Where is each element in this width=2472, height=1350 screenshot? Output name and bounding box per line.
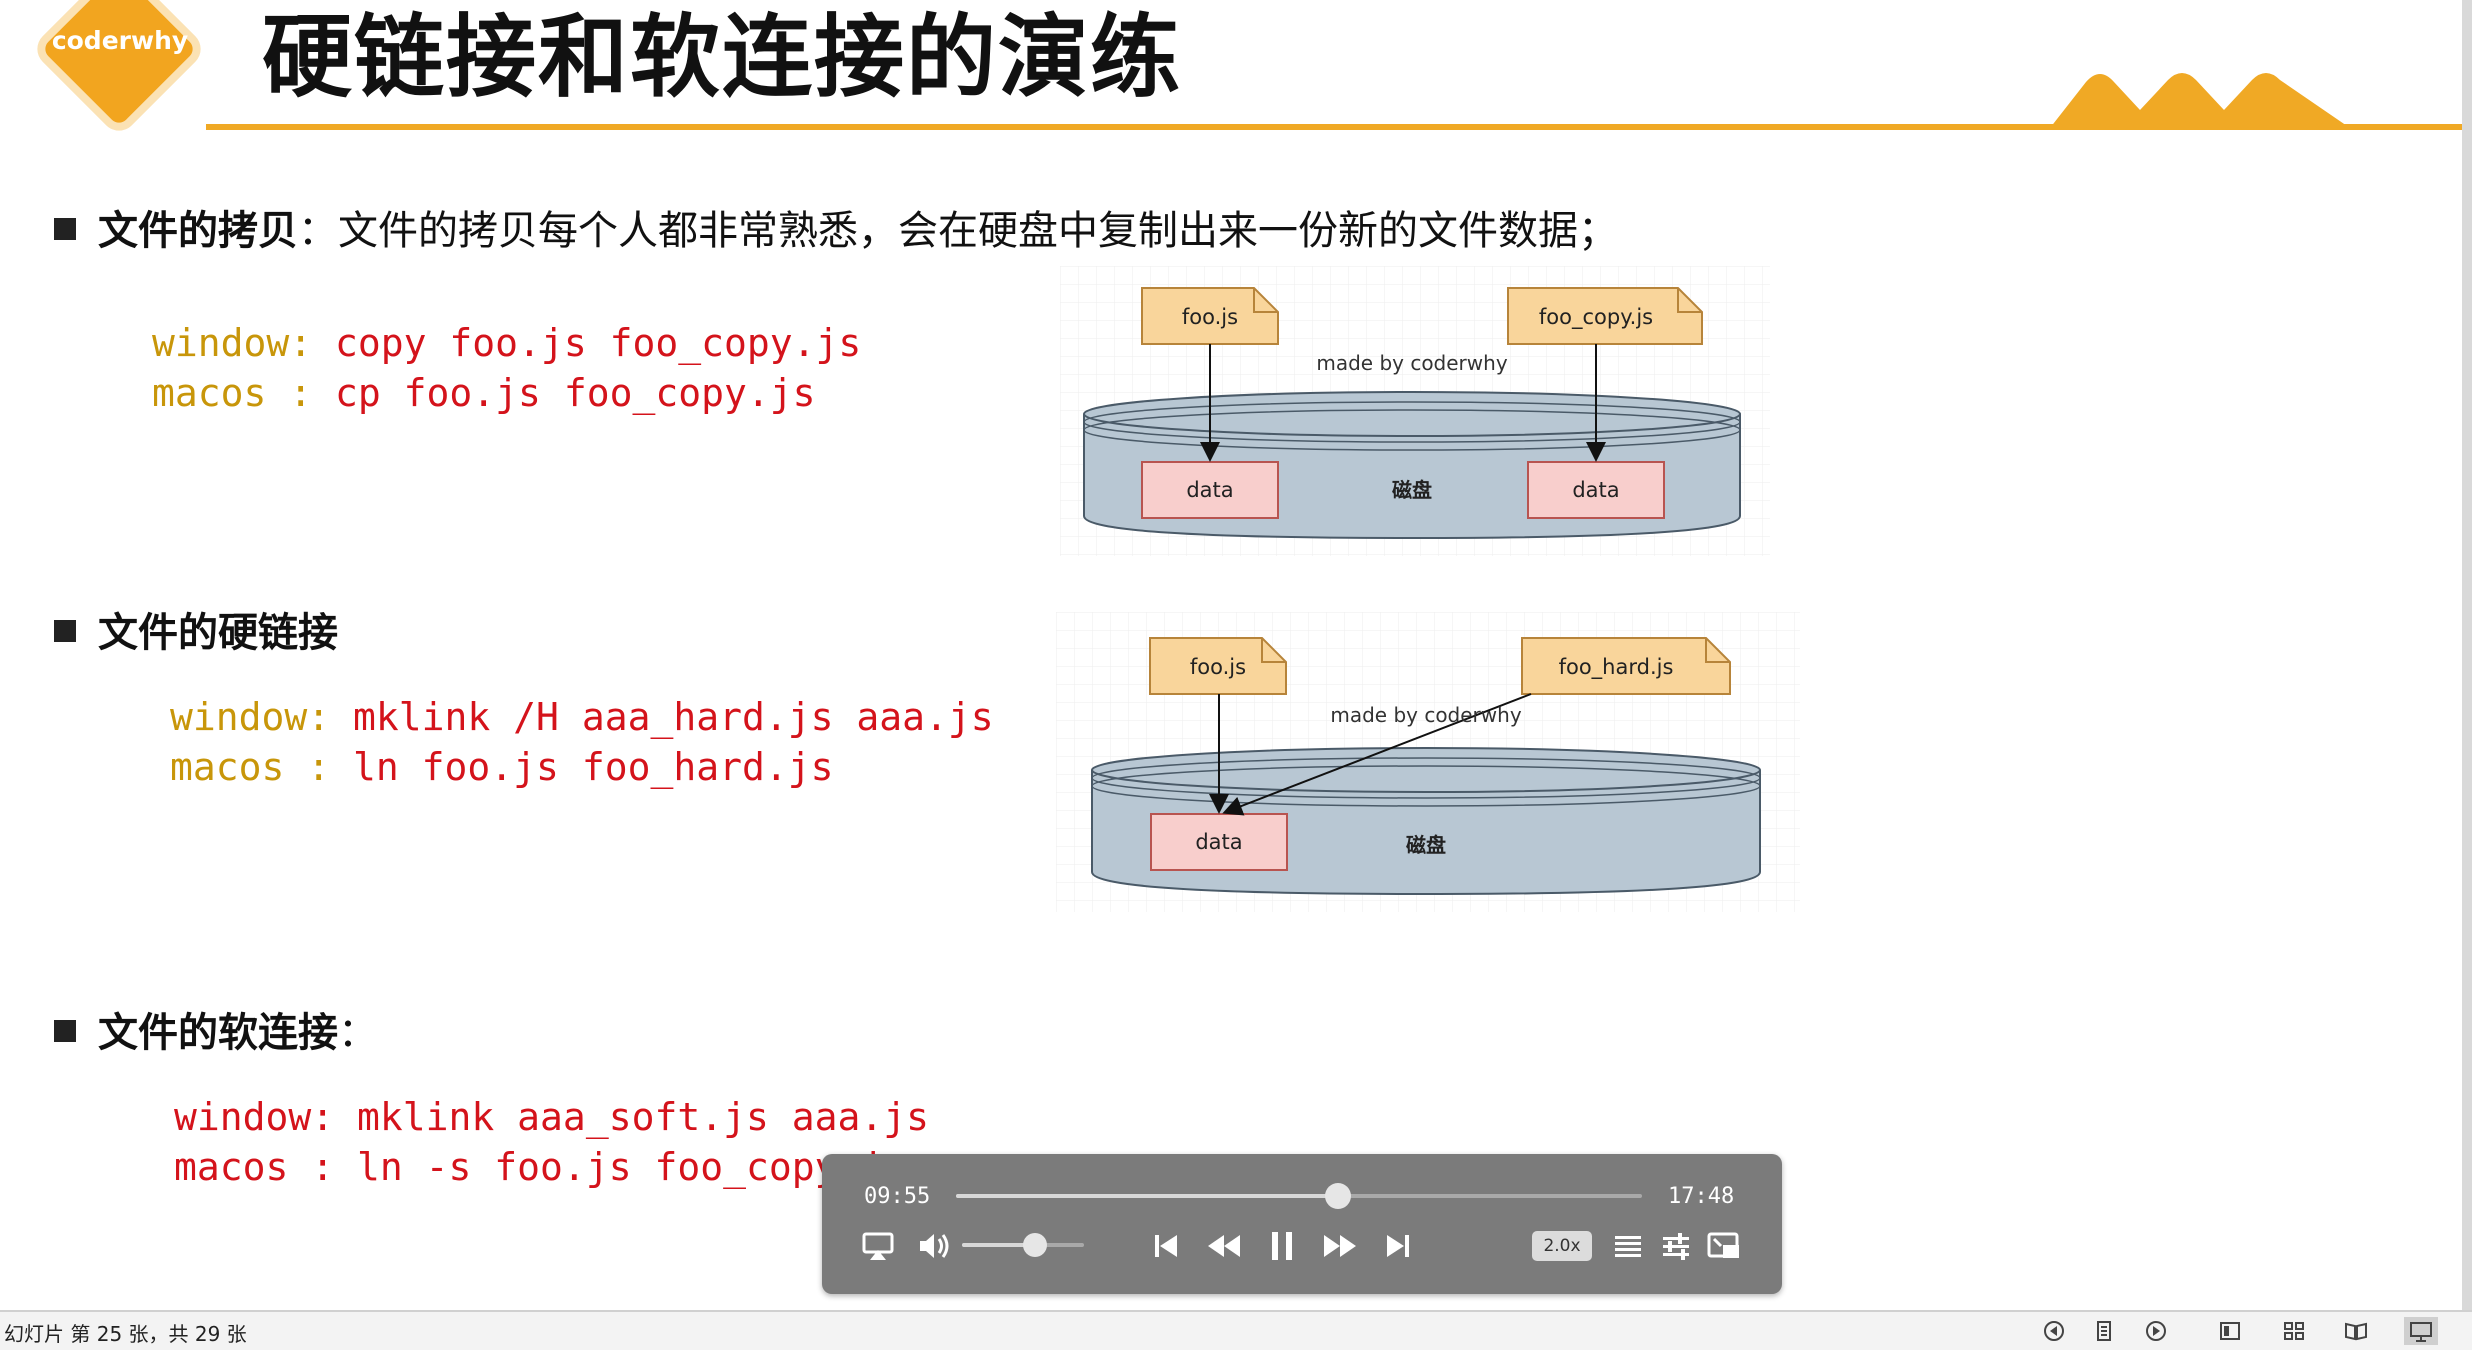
bullet-description: ：文件的拷贝每个人都非常熟悉，会在硬盘中复制出来一份新的文件数据；: [298, 208, 1618, 254]
picture-in-picture-icon[interactable]: [1704, 1226, 1744, 1266]
header-divider: [206, 124, 2462, 130]
rewind-icon[interactable]: [1204, 1226, 1244, 1266]
slide-counter: 幻灯片 第 25 张，共 29 张: [4, 1322, 247, 1346]
code-label: macos :: [152, 371, 313, 415]
disk-label: 磁盘: [1392, 478, 1432, 502]
progress-slider[interactable]: [956, 1183, 1642, 1209]
data-box: data: [1195, 830, 1242, 854]
code-block-soft-link: window: mklink aaa_soft.js aaa.js macos …: [174, 1092, 929, 1192]
skip-previous-icon[interactable]: [1146, 1226, 1186, 1266]
coderwhy-logo: coderwhy: [41, 0, 202, 130]
volume-slider[interactable]: [962, 1233, 1084, 1257]
bullet-heading: 文件的硬链接: [98, 610, 338, 656]
skip-next-icon[interactable]: [1378, 1226, 1418, 1266]
notes-icon[interactable]: [2090, 1317, 2118, 1345]
slide-sorter-icon[interactable]: [2280, 1317, 2308, 1345]
next-slide-icon[interactable]: [2142, 1317, 2170, 1345]
video-player-controls: 09:55 17:48 2.0x: [822, 1154, 1782, 1294]
code-command: copy foo.js foo_copy.js: [312, 321, 862, 365]
file-foo-hard-js: foo_hard.js: [1559, 655, 1674, 680]
bullet-heading: 文件的软连接: [98, 1010, 338, 1056]
slide: coderwhy 硬链接和软连接的演练 文件的拷贝：文件的拷贝每个人都非常熟悉，…: [0, 0, 2472, 1310]
slideshow-icon[interactable]: [2404, 1317, 2438, 1345]
credit-label: made by coderwhy: [1316, 351, 1507, 375]
status-bar: 幻灯片 第 25 张，共 29 张: [0, 1310, 2472, 1350]
bullet-hard-link: 文件的硬链接: [54, 600, 338, 658]
elapsed-time: 09:55: [864, 1184, 931, 1209]
code-command: mklink aaa_soft.js aaa.js: [334, 1095, 929, 1139]
pause-icon[interactable]: [1262, 1226, 1302, 1266]
bullet-heading: 文件的拷贝: [98, 208, 298, 254]
file-foo-js: foo.js: [1190, 655, 1246, 679]
bullet-description: ：: [338, 1010, 378, 1056]
bullet-file-copy: 文件的拷贝：文件的拷贝每个人都非常熟悉，会在硬盘中复制出来一份新的文件数据；: [54, 198, 1618, 256]
volume-handle[interactable]: [1023, 1233, 1048, 1257]
code-command: mklink /H aaa_hard.js aaa.js: [330, 695, 994, 739]
settings-sliders-icon[interactable]: [1656, 1226, 1696, 1266]
code-command: ln foo.js foo_hard.js: [330, 745, 834, 789]
previous-slide-icon[interactable]: [2040, 1317, 2068, 1345]
data-box-right: data: [1572, 478, 1619, 502]
credit-label: made by coderwhy: [1330, 703, 1521, 727]
code-block-copy: window: copy foo.js foo_copy.js macos : …: [152, 318, 861, 418]
file-foo-copy-js: foo_copy.js: [1539, 305, 1653, 330]
code-label: window:: [152, 321, 313, 365]
code-command: cp foo.js foo_copy.js: [312, 371, 816, 415]
normal-view-icon[interactable]: [2216, 1317, 2244, 1345]
data-box-left: data: [1186, 478, 1233, 502]
code-block-hard-link: window: mklink /H aaa_hard.js aaa.js mac…: [170, 692, 994, 792]
slide-title: 硬链接和软连接的演练: [262, 5, 1182, 110]
code-label: window:: [170, 695, 331, 739]
reading-view-icon[interactable]: [2342, 1317, 2370, 1345]
mountains-decoration: [2050, 73, 2350, 128]
window-edge: [2462, 0, 2472, 1310]
bullet-soft-link: 文件的软连接：: [54, 1000, 378, 1058]
playlist-icon[interactable]: [1608, 1226, 1648, 1266]
playback-speed-button[interactable]: 2.0x: [1532, 1231, 1592, 1261]
total-time: 17:48: [1668, 1184, 1735, 1209]
progress-handle[interactable]: [1325, 1183, 1352, 1209]
file-foo-js: foo.js: [1182, 305, 1238, 329]
volume-icon[interactable]: [914, 1226, 954, 1266]
fast-forward-icon[interactable]: [1320, 1226, 1360, 1266]
code-label: macos :: [174, 1145, 335, 1189]
code-label: macos :: [170, 745, 331, 789]
airplay-icon[interactable]: [858, 1226, 898, 1266]
progress-fill: [956, 1194, 1339, 1198]
code-command: ln -s foo.js foo_copy.js: [334, 1145, 907, 1189]
diagram-file-copy: 磁盘 data data foo.js foo_copy.js made by …: [1060, 266, 1770, 556]
code-label: window:: [174, 1095, 335, 1139]
disk-label: 磁盘: [1406, 833, 1446, 857]
diagram-hard-link: 磁盘 data foo.js foo_hard.js made by coder…: [1056, 612, 1800, 912]
